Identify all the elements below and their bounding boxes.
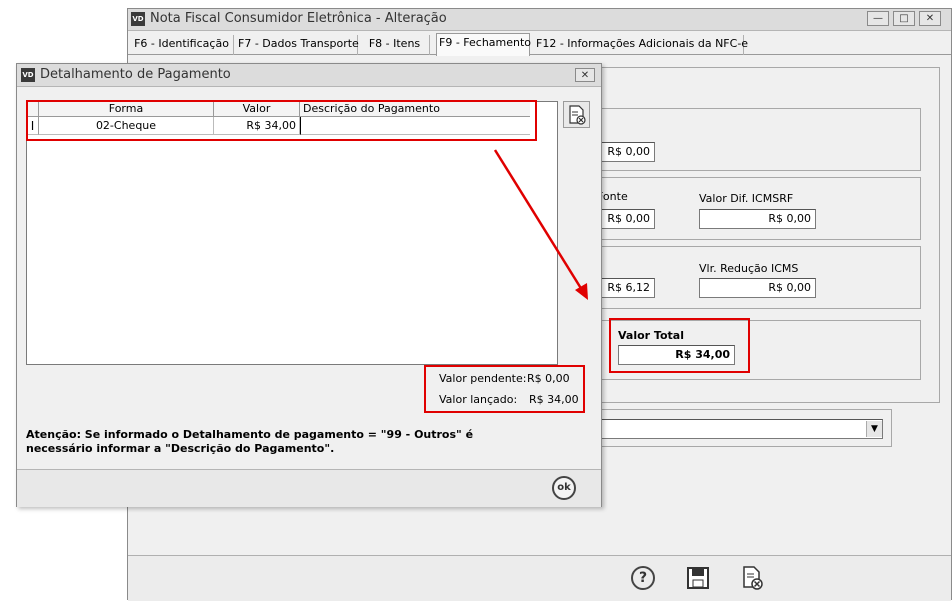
annotation-arrow <box>493 149 588 300</box>
